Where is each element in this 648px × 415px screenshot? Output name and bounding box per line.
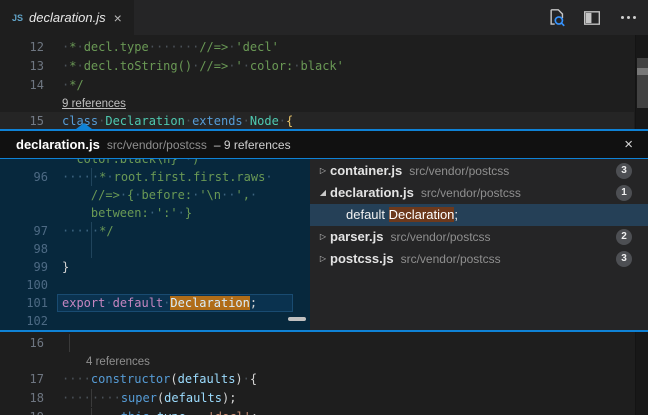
code-line[interactable]: 99} — [0, 258, 310, 276]
line-number: 17 — [0, 370, 44, 389]
code-line[interactable]: 19········this.type·=·'decl'; — [0, 408, 648, 415]
twisty-collapsed-icon[interactable]: ▷ — [316, 160, 330, 182]
tab-title: declaration.js — [29, 10, 106, 25]
peek-results-tree[interactable]: ▷container.jssrc/vendor/postcss3◢declara… — [310, 159, 648, 330]
editor-top[interactable]: 12·*·decl.type·······//=>·'decl'13·*·dec… — [0, 35, 648, 129]
peek-references-widget: declaration.js src/vendor/postcss – 9 re… — [0, 129, 648, 332]
reference-file-name: declaration.js — [330, 182, 414, 204]
code-line[interactable]: 17····constructor(defaults)·{ — [0, 370, 648, 389]
peek-body: ··color:black\n}'·)96·····*·root.first.f… — [0, 159, 648, 330]
line-number: 12 — [0, 38, 44, 57]
code-line[interactable]: 14·*/ — [0, 76, 648, 95]
overview-ruler-marker — [637, 68, 648, 75]
javascript-language-icon: JS — [12, 13, 23, 23]
peek-horizontal-scrollbar-thumb[interactable] — [288, 317, 306, 321]
codelens-references-link[interactable]: 9 references — [62, 98, 126, 110]
codelens-line: 9 references — [0, 95, 648, 112]
code-line[interactable]: 96·····*·root.first.first.raws· — [0, 168, 310, 186]
reference-file-name: parser.js — [330, 226, 384, 248]
peek-border-bottom — [0, 330, 648, 332]
code-line[interactable]: 18········super(defaults); — [0, 389, 648, 408]
reference-file-path: src/vendor/postcss — [391, 226, 491, 248]
editor-bottom[interactable]: 16· 4 references 17····constructor(default… — [0, 332, 648, 415]
reference-file-path: src/vendor/postcss — [421, 182, 521, 204]
codelens-references-link[interactable]: 4 references — [86, 356, 150, 368]
peek-title-bar[interactable]: declaration.js src/vendor/postcss – 9 re… — [0, 131, 648, 158]
code-line[interactable]: 98···· — [0, 240, 310, 258]
line-number: 101 — [0, 294, 48, 312]
line-number: 96 — [0, 168, 48, 186]
code-line[interactable]: 97·····*/ — [0, 222, 310, 240]
reference-item-text: default Declaration; — [316, 204, 458, 226]
code-line[interactable]: 100 — [0, 276, 310, 294]
reference-file-row[interactable]: ◢declaration.js src/vendor/postcss 1 — [310, 182, 648, 204]
code-line[interactable]: 101export·default·Declaration; — [0, 294, 310, 312]
twisty-collapsed-icon[interactable]: ▷ — [316, 226, 330, 248]
peek-title-filename: declaration.js — [16, 137, 100, 152]
open-preview-button[interactable] — [546, 8, 566, 28]
reference-file-path: src/vendor/postcss — [409, 160, 509, 182]
line-number: 98 — [0, 240, 48, 258]
reference-file-row[interactable]: ▷parser.js src/vendor/postcss 2 — [310, 226, 648, 248]
twisty-expanded-icon[interactable]: ◢ — [316, 182, 330, 204]
reference-file-row[interactable]: ▷postcss.js src/vendor/postcss 3 — [310, 248, 648, 270]
reference-item-row[interactable]: default Declaration; — [310, 204, 648, 226]
line-number: 100 — [0, 276, 48, 294]
peek-close-icon[interactable]: × — [624, 136, 636, 153]
code-line[interactable]: 12·*·decl.type·······//=>·'decl' — [0, 38, 648, 57]
peek-editor[interactable]: ··color:black\n}'·)96·····*·root.first.f… — [0, 159, 310, 330]
line-number: 15 — [0, 112, 44, 129]
reference-count-badge: 2 — [616, 229, 632, 245]
reference-count-badge: 3 — [616, 251, 632, 267]
peek-title-meta: – 9 references — [214, 138, 291, 152]
line-number: 19 — [0, 408, 44, 415]
reference-file-name: container.js — [330, 160, 402, 182]
open-preview-icon — [547, 8, 566, 27]
code-line[interactable]: 15class·Declaration·extends·Node·{ — [0, 112, 648, 129]
more-actions-icon — [621, 16, 636, 19]
line-number: 18 — [0, 389, 44, 408]
line-number: 102 — [0, 312, 48, 330]
code-line[interactable]: ··color:black\n}'·) — [0, 159, 310, 168]
split-editor-icon — [583, 9, 601, 27]
reference-file-row[interactable]: ▷container.js src/vendor/postcss 3 — [310, 160, 648, 182]
reference-count-badge: 3 — [616, 163, 632, 179]
twisty-collapsed-icon[interactable]: ▷ — [316, 248, 330, 270]
scrollbar-thumb[interactable] — [637, 58, 648, 108]
code-line[interactable]: 16· — [0, 334, 648, 353]
code-line[interactable]: ····between:·':'·} — [0, 204, 310, 222]
vscode-editor-window: JS declaration.js × — [0, 0, 648, 415]
code-line[interactable]: 13·*·decl.toString()·//=>·'·color:·black… — [0, 57, 648, 76]
reference-match-highlight: Declaration — [389, 207, 455, 222]
line-number: 13 — [0, 57, 44, 76]
tab-close-icon[interactable]: × — [114, 11, 122, 25]
reference-file-path: src/vendor/postcss — [401, 248, 501, 270]
editor-actions — [546, 0, 638, 35]
line-number: 97 — [0, 222, 48, 240]
more-actions-button[interactable] — [618, 8, 638, 28]
tab-declaration-js[interactable]: JS declaration.js × — [0, 0, 134, 35]
reference-count-badge: 1 — [616, 185, 632, 201]
split-editor-button[interactable] — [582, 8, 602, 28]
codelens-line: 4 references — [0, 353, 648, 370]
reference-file-name: postcss.js — [330, 248, 394, 270]
line-number: 14 — [0, 76, 44, 95]
code-line[interactable]: 102 — [0, 312, 310, 330]
code-line[interactable]: ····//=>·{·before:·'\n··',· — [0, 186, 310, 204]
line-number: 99 — [0, 258, 48, 276]
editor-tab-bar: JS declaration.js × — [0, 0, 648, 35]
peek-title-path: src/vendor/postcss — [107, 138, 207, 152]
line-number: 16 — [0, 334, 44, 353]
